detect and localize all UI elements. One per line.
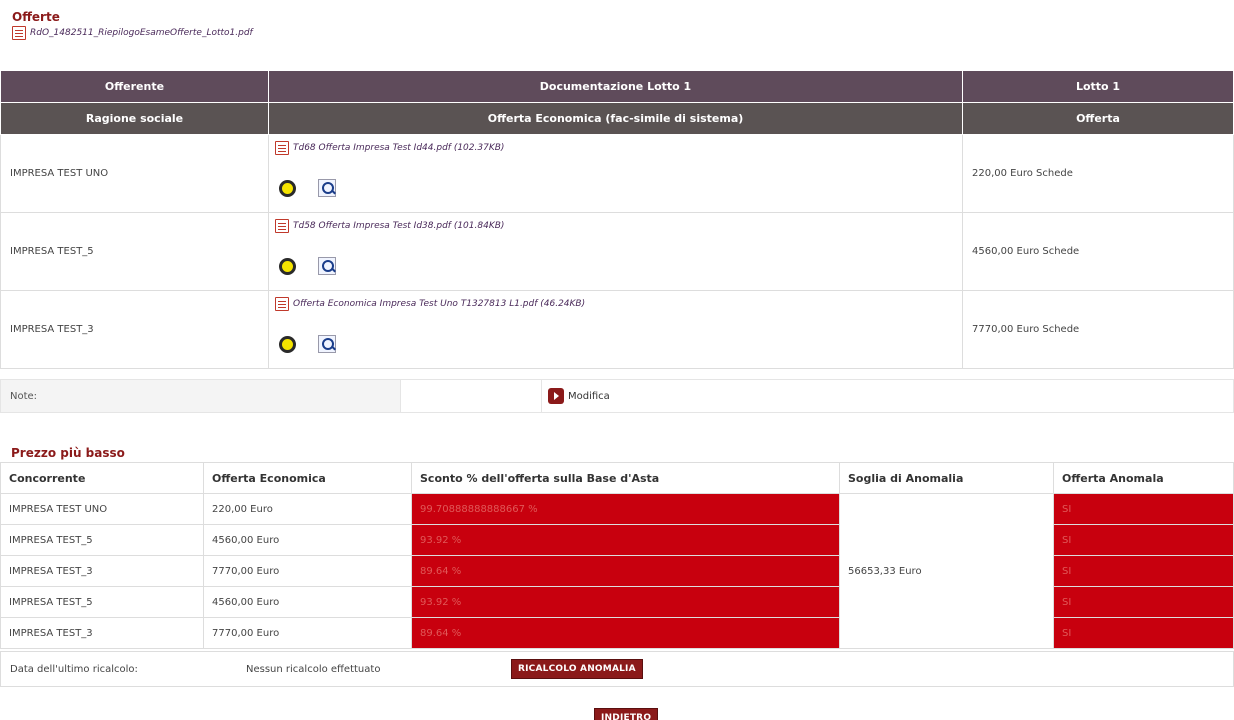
header-concorrente: Concorrente: [0, 462, 204, 494]
note-label: Note:: [1, 380, 401, 412]
table-row: IMPRESA TEST UNO 220,00 Euro 99.70888888…: [0, 493, 1234, 649]
anomala-value: SI: [1053, 493, 1234, 525]
prezzo-table: Concorrente Offerta Economica Sconto % d…: [0, 462, 1234, 649]
concorrente-name: IMPRESA TEST UNO: [0, 493, 204, 525]
search-icon[interactable]: [318, 179, 336, 197]
offerta-value: 7770,00 Euro: [203, 617, 412, 649]
status-light-icon[interactable]: [279, 179, 296, 197]
play-icon: [548, 388, 564, 404]
ricalcolo-label: Data dell'ultimo ricalcolo:: [10, 663, 138, 675]
offerta-value: 220,00 Euro: [203, 493, 412, 525]
table-row: IMPRESA TEST UNO Td68 Offerta Impresa Te…: [0, 134, 1234, 213]
concorrente-name: IMPRESA TEST_5: [0, 586, 204, 618]
sconto-value: 89.64 %: [411, 555, 840, 587]
sconto-value: 93.92 %: [411, 524, 840, 556]
offerta-value: 4560,00 Euro: [203, 586, 412, 618]
soglia-value: 56653,33 Euro: [839, 493, 1054, 649]
note-row: Note: Modifica: [0, 379, 1234, 413]
prezzo-title: Prezzo più basso: [11, 446, 125, 460]
table-row: IMPRESA TEST_5 Td58 Offerta Impresa Test…: [0, 212, 1234, 291]
search-icon[interactable]: [318, 335, 336, 353]
page-header: Offerte RdO_1482511_RiepilogoEsameOffert…: [12, 10, 253, 40]
status-light-icon[interactable]: [279, 335, 296, 353]
pdf-icon: [275, 297, 289, 311]
header-lotto: Lotto 1: [962, 70, 1234, 103]
offerta-value: 4560,00 Euro: [203, 524, 412, 556]
ricalcolo-anomalia-button[interactable]: RICALCOLO ANOMALIA: [511, 659, 643, 679]
ricalcolo-row: Data dell'ultimo ricalcolo: Nessun rical…: [0, 651, 1234, 687]
pdf-icon: [275, 219, 289, 233]
offer-pdf-link[interactable]: Td58 Offerta Impresa Test Id38.pdf (101.…: [275, 219, 504, 233]
page-title: Offerte: [12, 10, 60, 24]
offer-value: 4560,00 Euro Schede: [962, 212, 1234, 291]
offerente-name: IMPRESA TEST_5: [0, 212, 269, 291]
sconto-value: 93.92 %: [411, 586, 840, 618]
header-offerente: Offerente: [0, 70, 269, 103]
offerente-name: IMPRESA TEST_3: [0, 290, 269, 369]
ricalcolo-value: Nessun ricalcolo effettuato: [246, 663, 381, 675]
sconto-value: 99.70888888888667 %: [411, 493, 840, 525]
indietro-button[interactable]: INDIETRO: [594, 708, 659, 720]
modifica-label: Modifica: [568, 390, 610, 402]
pdf-icon: [12, 26, 26, 40]
summary-pdf-link[interactable]: RdO_1482511_RiepilogoEsameOfferte_Lotto1…: [12, 26, 253, 40]
offerta-value: 7770,00 Euro: [203, 555, 412, 587]
summary-pdf-name[interactable]: RdO_1482511_RiepilogoEsameOfferte_Lotto1…: [30, 28, 253, 38]
header-soglia: Soglia di Anomalia: [839, 462, 1054, 494]
concorrente-name: IMPRESA TEST_3: [0, 555, 204, 587]
search-icon[interactable]: [318, 257, 336, 275]
offer-value: 220,00 Euro Schede: [962, 134, 1234, 213]
header-offerta-economica: Offerta Economica (fac-simile di sistema…: [268, 102, 963, 135]
offer-value: 7770,00 Euro Schede: [962, 290, 1234, 369]
table-row: IMPRESA TEST_3 Offerta Economica Impresa…: [0, 290, 1234, 369]
anomala-value: SI: [1053, 555, 1234, 587]
header-ragione-sociale: Ragione sociale: [0, 102, 269, 135]
offerente-name: IMPRESA TEST UNO: [0, 134, 269, 213]
offer-pdf-link[interactable]: Td68 Offerta Impresa Test Id44.pdf (102.…: [275, 141, 504, 155]
sconto-value: 89.64 %: [411, 617, 840, 649]
header-sconto: Sconto % dell'offerta sulla Base d'Asta: [411, 462, 840, 494]
concorrente-name: IMPRESA TEST_3: [0, 617, 204, 649]
note-value: [401, 380, 542, 412]
anomala-value: SI: [1053, 524, 1234, 556]
modifica-button[interactable]: Modifica: [542, 380, 610, 412]
anomala-value: SI: [1053, 617, 1234, 649]
offer-pdf-link[interactable]: Offerta Economica Impresa Test Uno T1327…: [275, 297, 585, 311]
offerte-table: Offerente Documentazione Lotto 1 Lotto 1…: [0, 70, 1234, 369]
header-offerta: Offerta: [962, 102, 1234, 135]
pdf-icon: [275, 141, 289, 155]
header-offerta-economica: Offerta Economica: [203, 462, 412, 494]
header-offerta-anomala: Offerta Anomala: [1053, 462, 1234, 494]
header-documentazione: Documentazione Lotto 1: [268, 70, 963, 103]
status-light-icon[interactable]: [279, 257, 296, 275]
anomala-value: SI: [1053, 586, 1234, 618]
concorrente-name: IMPRESA TEST_5: [0, 524, 204, 556]
